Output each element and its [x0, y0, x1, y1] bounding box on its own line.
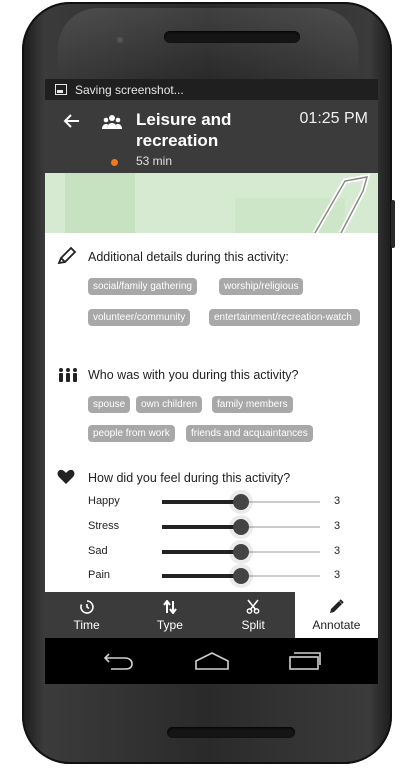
feeling-row-pain: Pain 3 [88, 567, 373, 585]
bottom-tab-bar: Time Type Split Annotate [45, 592, 378, 638]
feeling-label: Sad [88, 545, 108, 557]
slider-thumb[interactable] [233, 494, 249, 510]
feeling-row-happy: Happy 3 [88, 493, 373, 511]
tab-label: Split [241, 617, 265, 632]
feeling-value: 3 [334, 520, 341, 532]
feeling-value: 3 [334, 495, 341, 507]
feeling-value: 3 [334, 569, 341, 581]
chip-spouse[interactable]: spouse [88, 396, 131, 413]
heart-icon [57, 469, 75, 490]
slider-fill [162, 550, 241, 554]
recents-nav-icon[interactable] [288, 651, 322, 676]
feeling-label: Pain [88, 569, 111, 581]
company-title: Who was with you during this activity? [88, 368, 299, 382]
map-preview[interactable] [45, 173, 378, 233]
status-notification: Saving screenshot... [75, 82, 184, 97]
feeling-label: Happy [88, 495, 120, 507]
tab-label: Type [156, 617, 183, 632]
sad-slider[interactable] [162, 544, 320, 560]
pencil-icon [329, 599, 344, 615]
chip-family-members[interactable]: family members [212, 396, 293, 413]
activity-time[interactable]: 01:25 PM [300, 110, 368, 128]
slider-thumb[interactable] [233, 519, 249, 535]
system-nav-bar [45, 638, 378, 684]
sort-arrows-icon [163, 599, 177, 615]
tab-time[interactable]: Time [45, 592, 128, 638]
feeling-label: Stress [88, 520, 120, 532]
map-route [312, 173, 371, 233]
stress-slider[interactable] [162, 519, 320, 535]
slider-thumb[interactable] [233, 568, 249, 584]
feeling-row-stress: Stress 3 [88, 518, 373, 536]
activity-title: Leisure and recreation [136, 110, 232, 150]
tab-annotate[interactable]: Annotate [294, 592, 378, 638]
back-arrow-icon[interactable] [63, 112, 81, 134]
details-title: Additional details during this activity: [88, 250, 289, 264]
chip-own-children[interactable]: own children [136, 396, 203, 413]
tab-split[interactable]: Split [212, 592, 295, 638]
tab-label: Time [73, 617, 100, 632]
happy-slider[interactable] [162, 494, 320, 510]
slider-fill [162, 574, 241, 578]
bottom-speaker [167, 727, 295, 738]
scissors-icon [246, 599, 260, 615]
screen: Saving screenshot... Leisure and recreat… [45, 79, 378, 684]
earpiece-speaker [164, 31, 300, 43]
chip-volunteer-community[interactable]: volunteer/community [88, 309, 191, 326]
feeling-value: 3 [334, 545, 341, 557]
group-people-icon [102, 114, 122, 135]
chip-friends-and-acquaintances[interactable]: friends and acquaintances [186, 425, 313, 442]
screenshot-icon [55, 84, 67, 95]
activity-header: Leisure and recreation 01:25 PM 53 min [45, 100, 378, 173]
home-nav-icon[interactable] [194, 651, 230, 676]
chip-people-from-work[interactable]: people from work [88, 425, 175, 442]
slider-fill [162, 500, 241, 504]
activity-duration: 53 min [136, 154, 173, 168]
front-camera [117, 37, 123, 43]
chip-worship-religious[interactable]: worship/religious [219, 278, 304, 295]
status-bar: Saving screenshot... [45, 79, 378, 100]
timer-icon [79, 599, 94, 615]
pain-slider[interactable] [162, 568, 320, 584]
phone-sheen [58, 8, 358, 78]
chip-entertainment-recreation-watch[interactable]: entertainment/recreation-watch [209, 309, 360, 326]
power-button [391, 200, 395, 248]
feelings-title: How did you feel during this activity? [88, 471, 291, 485]
tab-type[interactable]: Type [128, 592, 211, 638]
people-group-icon [57, 367, 79, 388]
activity-details-panel: Additional details during this activity:… [45, 233, 378, 592]
feeling-row-sad: Sad 3 [88, 543, 373, 561]
tab-label: Annotate [312, 617, 361, 632]
chip-social-family-gathering[interactable]: social/family gathering [88, 278, 197, 295]
back-nav-icon[interactable] [103, 651, 135, 676]
slider-fill [162, 525, 241, 529]
status-dot [111, 159, 118, 166]
slider-thumb[interactable] [233, 544, 249, 560]
pencil-outline-icon [57, 246, 77, 270]
